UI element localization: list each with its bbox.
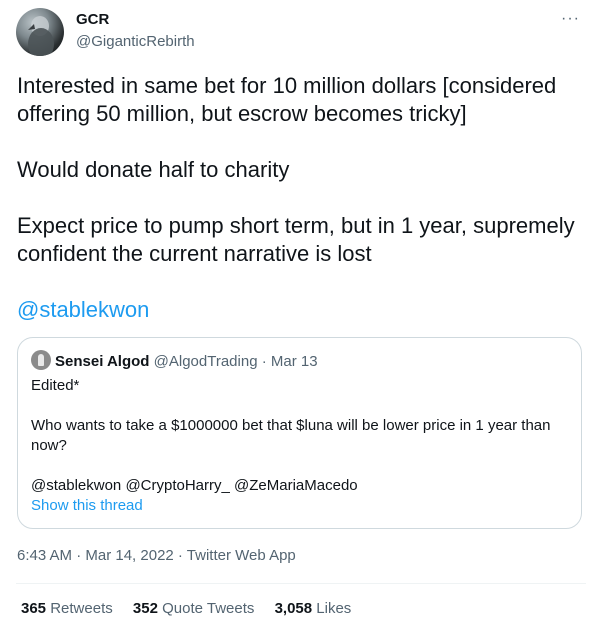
quoted-author-name[interactable]: Sensei Algod	[55, 353, 149, 370]
tweet-paragraph: Interested in same bet for 10 million do…	[17, 73, 557, 126]
avatar-image	[28, 16, 54, 56]
quoted-text: Who wants to take a $1000000 bet that $l…	[31, 417, 551, 454]
likes-label: Likes	[316, 600, 352, 617]
quoted-edited-note: Edited*	[31, 377, 80, 394]
quoted-author-handle[interactable]: @AlgodTrading	[154, 353, 258, 370]
quotes-count: 352	[132, 600, 158, 617]
quoted-mentions: @stablekwon @CryptoHarry_ @ZeMariaMacedo	[31, 477, 358, 494]
quotes-label: Quote Tweets	[162, 600, 255, 617]
likes-count: 3,058	[274, 600, 313, 617]
tweet-stats: 365 Retweets 352 Quote Tweets 3,058 Like…	[21, 600, 367, 617]
tweet-paragraph: Would donate half to charity	[17, 157, 290, 182]
retweets-label: Retweets	[50, 600, 113, 617]
meta-separator: ·	[257, 353, 271, 370]
retweets-stat[interactable]: 365 Retweets	[21, 600, 113, 617]
quoted-tweet[interactable]: Sensei Algod @AlgodTrading · Mar 13 Edit…	[17, 337, 582, 529]
tweet-paragraph: Expect price to pump short term, but in …	[17, 213, 575, 266]
more-options-icon[interactable]: ···	[561, 10, 580, 28]
quoted-tweet-header: Sensei Algod @AlgodTrading · Mar 13	[31, 350, 318, 370]
divider	[16, 583, 586, 584]
show-thread-link[interactable]: Show this thread	[31, 496, 571, 516]
author-handle[interactable]: @GiganticRebirth	[76, 33, 195, 50]
quoted-date[interactable]: Mar 13	[271, 353, 318, 370]
avatar[interactable]	[16, 8, 64, 56]
quoted-tweet-body: Edited* Who wants to take a $1000000 bet…	[31, 376, 571, 516]
tweet-header: GCR @GiganticRebirth ···	[16, 8, 586, 60]
quoted-avatar[interactable]	[31, 350, 51, 370]
tweet-timestamp[interactable]: 6:43 AM · Mar 14, 2022 · Twitter Web App	[17, 547, 296, 564]
likes-stat[interactable]: 3,058 Likes	[275, 600, 352, 617]
quote-tweets-stat[interactable]: 352 Quote Tweets	[133, 600, 254, 617]
mention-link[interactable]: @stablekwon	[17, 296, 583, 324]
tweet-text: Interested in same bet for 10 million do…	[17, 72, 583, 324]
author-name[interactable]: GCR	[76, 11, 109, 28]
retweets-count: 365	[21, 600, 47, 617]
